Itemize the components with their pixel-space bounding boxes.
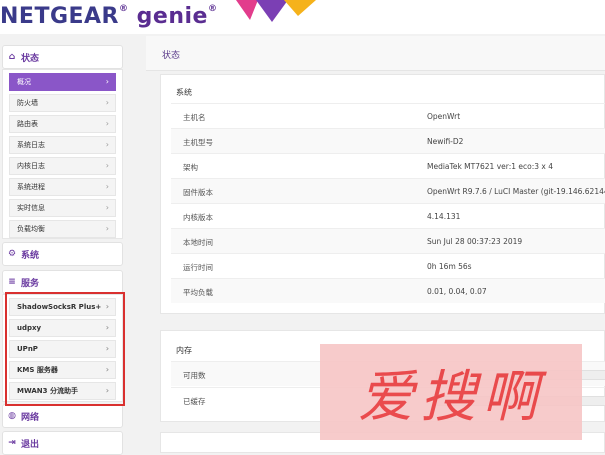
- sidebar-item-system-log[interactable]: 系统日志 ›: [9, 136, 116, 154]
- sidebar-item-realtime[interactable]: 实时信息 ›: [9, 199, 116, 217]
- logo-text-genie: genie: [128, 4, 208, 29]
- sidebar-item-label: 路由表: [17, 120, 38, 128]
- sidebar-item-load-balance[interactable]: 负载均衡 ›: [9, 220, 116, 238]
- netgear-genie-logo: NETGEAR® genie®: [0, 4, 217, 29]
- system-panel-title: 系统: [176, 88, 192, 97]
- row-value: Sun Jul 28 00:37:23 2019: [427, 237, 523, 246]
- sidebar-group-network[interactable]: ◍ 网络: [2, 404, 123, 428]
- sidebar-group-logout[interactable]: ⇥ 退出: [2, 431, 123, 455]
- row-key: 本地时间: [183, 238, 213, 247]
- row-value: OpenWrt: [427, 112, 461, 121]
- row-value: MediaTek MT7621 ver:1 eco:3 x 4: [427, 162, 553, 171]
- sidebar-item-label: 系统日志: [17, 141, 45, 149]
- table-row: 运行时间 0h 16m 56s: [171, 253, 605, 278]
- sidebar-group-status-label: 状态: [21, 53, 40, 64]
- row-key: 已缓存: [183, 397, 206, 406]
- watermark-text: 爱搜啊: [358, 364, 544, 430]
- sidebar-group-status[interactable]: ⌂ 状态: [2, 45, 123, 69]
- chevron-right-icon: ›: [105, 140, 109, 149]
- chevron-right-icon: ›: [105, 119, 109, 128]
- sidebar-group-services[interactable]: ≡ 服务: [2, 270, 123, 294]
- chevron-right-icon: ›: [105, 77, 109, 86]
- chevron-right-icon: ›: [105, 203, 109, 212]
- sidebar-item-processes[interactable]: 系统进程 ›: [9, 178, 116, 196]
- row-key: 内核版本: [183, 213, 213, 222]
- logo-reg-mark-2: ®: [207, 4, 218, 14]
- table-row: 主机型号 Newifi-D2: [171, 128, 605, 153]
- header: NETGEAR® genie®: [0, 0, 605, 34]
- globe-icon: ◍: [8, 411, 16, 421]
- table-row: 本地时间 Sun Jul 28 00:37:23 2019: [171, 228, 605, 253]
- chevron-right-icon: ›: [105, 224, 109, 233]
- row-key: 平均负载: [183, 288, 213, 297]
- sidebar-item-overview[interactable]: 概况 ›: [9, 73, 116, 91]
- genie-logo-graphic: [236, 0, 316, 22]
- sidebar-group-system-label: 系统: [21, 250, 40, 261]
- watermark: 爱搜啊: [320, 344, 582, 440]
- logo-reg-mark: ®: [119, 4, 129, 14]
- sidebar-item-firewall[interactable]: 防火墙 ›: [9, 94, 116, 112]
- system-panel: 系统 主机名 OpenWrt 主机型号 Newifi-D2 架构 MediaTe…: [160, 74, 605, 314]
- page-title: 状态: [162, 51, 181, 61]
- row-value: 4.14.131: [427, 212, 461, 221]
- sidebar-item-label: 实时信息: [17, 204, 45, 212]
- row-key: 架构: [183, 163, 198, 172]
- list-icon: ≡: [8, 277, 16, 287]
- row-key: 主机名: [183, 113, 206, 122]
- row-value: OpenWrt R9.7.6 / LuCI Master (git-19.146…: [427, 187, 605, 196]
- sidebar-group-network-label: 网络: [21, 412, 40, 423]
- gear-icon: ⚙: [7, 249, 17, 259]
- chevron-right-icon: ›: [105, 161, 109, 170]
- row-value: 0.01, 0.04, 0.07: [427, 287, 487, 296]
- table-row: 平均负载 0.01, 0.04, 0.07: [171, 278, 605, 303]
- sidebar-group-system[interactable]: ⚙ 系统: [2, 242, 123, 266]
- table-row: 主机名 OpenWrt: [171, 103, 605, 128]
- row-key: 运行时间: [183, 263, 213, 272]
- page-title-bar: 状态: [146, 36, 605, 71]
- services-highlight-box: [5, 292, 125, 406]
- sidebar-item-label: 系统进程: [17, 183, 45, 191]
- status-submenu: 概况 › 防火墙 › 路由表 › 系统日志 › 内核日志 › 系统进程 › 实时…: [2, 69, 123, 239]
- table-row: 固件版本 OpenWrt R9.7.6 / LuCI Master (git-1…: [171, 178, 605, 203]
- logo-text-netgear: NETGEAR: [0, 4, 119, 29]
- sidebar-item-label: 负载均衡: [17, 225, 45, 233]
- logout-icon: ⇥: [8, 438, 16, 448]
- sidebar-item-label: 内核日志: [17, 162, 45, 170]
- row-value: 0h 16m 56s: [427, 262, 472, 271]
- sidebar-item-routes[interactable]: 路由表 ›: [9, 115, 116, 133]
- memory-panel-title: 内存: [176, 346, 192, 355]
- row-key: 可用数: [183, 371, 206, 380]
- sidebar-group-services-label: 服务: [21, 278, 40, 289]
- sidebar-item-kernel-log[interactable]: 内核日志 ›: [9, 157, 116, 175]
- row-key: 固件版本: [183, 188, 213, 197]
- sidebar-item-label: 防火墙: [17, 99, 38, 107]
- row-value: Newifi-D2: [427, 137, 464, 146]
- sidebar-item-label: 概况: [17, 78, 31, 86]
- table-row: 内核版本 4.14.131: [171, 203, 605, 228]
- home-icon: ⌂: [8, 52, 16, 62]
- chevron-right-icon: ›: [105, 98, 109, 107]
- sidebar-group-logout-label: 退出: [21, 439, 40, 450]
- chevron-right-icon: ›: [105, 182, 109, 191]
- table-row: 架构 MediaTek MT7621 ver:1 eco:3 x 4: [171, 153, 605, 178]
- row-key: 主机型号: [183, 138, 213, 147]
